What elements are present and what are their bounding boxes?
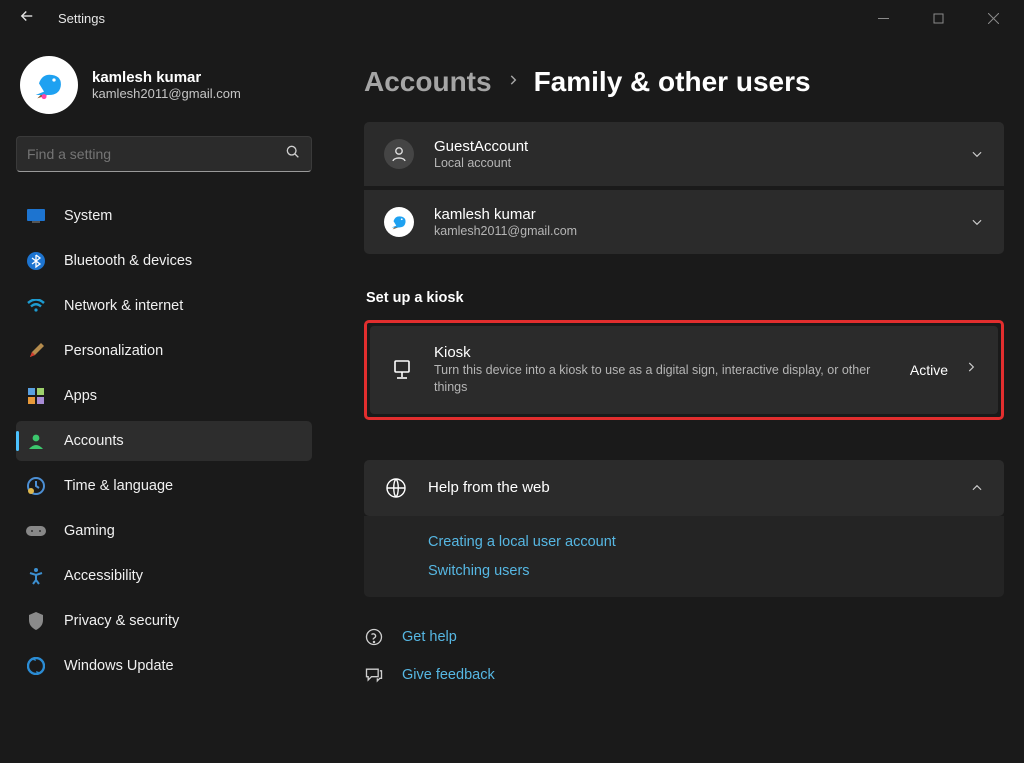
kiosk-highlight: Kiosk Turn this device into a kiosk to u… bbox=[364, 320, 1004, 420]
nav-label: Bluetooth & devices bbox=[64, 253, 192, 269]
maximize-button[interactable] bbox=[916, 4, 961, 32]
chevron-right-icon bbox=[964, 360, 978, 379]
feedback-icon bbox=[364, 665, 384, 685]
give-feedback-link[interactable]: Give feedback bbox=[402, 667, 495, 683]
nav-label: Network & internet bbox=[64, 298, 183, 314]
person-icon bbox=[384, 139, 414, 169]
nav-list: System Bluetooth & devices Network & int… bbox=[16, 196, 314, 686]
chevron-up-icon bbox=[970, 481, 984, 495]
search-input[interactable] bbox=[27, 146, 285, 162]
user-name: GuestAccount bbox=[434, 138, 950, 155]
sidebar-item-time-language[interactable]: Time & language bbox=[16, 466, 312, 506]
user-sub: kamlesh2011@gmail.com bbox=[434, 224, 950, 238]
avatar bbox=[20, 56, 78, 114]
brush-icon bbox=[26, 341, 46, 361]
chevron-down-icon bbox=[970, 147, 984, 161]
help-link-switching-users[interactable]: Switching users bbox=[428, 563, 940, 579]
kiosk-title: Kiosk bbox=[434, 344, 890, 361]
user-sub: Local account bbox=[434, 156, 950, 170]
window-controls bbox=[861, 4, 1016, 32]
wifi-icon bbox=[26, 296, 46, 316]
help-link-local-account[interactable]: Creating a local user account bbox=[428, 534, 940, 550]
sidebar-item-windows-update[interactable]: Windows Update bbox=[16, 646, 312, 686]
titlebar: Settings bbox=[0, 0, 1024, 36]
chevron-down-icon bbox=[970, 215, 984, 229]
kiosk-icon bbox=[390, 358, 414, 382]
bluetooth-icon bbox=[26, 251, 46, 271]
sidebar-item-apps[interactable]: Apps bbox=[16, 376, 312, 416]
sidebar-item-accessibility[interactable]: Accessibility bbox=[16, 556, 312, 596]
main-content: Accounts Family & other users GuestAccou… bbox=[320, 36, 1024, 763]
user-row-guest[interactable]: GuestAccount Local account bbox=[364, 122, 1004, 186]
gaming-icon bbox=[26, 521, 46, 541]
sidebar-item-privacy[interactable]: Privacy & security bbox=[16, 601, 312, 641]
accounts-icon bbox=[26, 431, 46, 451]
window-title: Settings bbox=[58, 11, 105, 26]
search-icon bbox=[285, 144, 301, 165]
nav-label: Accessibility bbox=[64, 568, 143, 584]
close-button[interactable] bbox=[971, 4, 1016, 32]
get-help-link[interactable]: Get help bbox=[402, 629, 457, 645]
nav-label: Gaming bbox=[64, 523, 115, 539]
nav-label: Accounts bbox=[64, 433, 124, 449]
help-icon bbox=[364, 627, 384, 647]
user-list: GuestAccount Local account kamlesh kumar… bbox=[364, 122, 1004, 254]
help-links: Creating a local user account Switching … bbox=[364, 516, 1004, 597]
update-icon bbox=[26, 656, 46, 676]
minimize-button[interactable] bbox=[861, 4, 906, 32]
kiosk-card[interactable]: Kiosk Turn this device into a kiosk to u… bbox=[370, 326, 998, 414]
nav-label: Personalization bbox=[64, 343, 163, 359]
sidebar: kamlesh kumar kamlesh2011@gmail.com Syst… bbox=[0, 36, 320, 763]
nav-label: Privacy & security bbox=[64, 613, 179, 629]
help-card[interactable]: Help from the web bbox=[364, 460, 1004, 516]
sidebar-item-gaming[interactable]: Gaming bbox=[16, 511, 312, 551]
breadcrumb-current: Family & other users bbox=[534, 66, 811, 98]
sidebar-item-system[interactable]: System bbox=[16, 196, 312, 236]
breadcrumb-parent[interactable]: Accounts bbox=[364, 66, 492, 98]
nav-label: Time & language bbox=[64, 478, 173, 494]
footer-links: Get help Give feedback bbox=[364, 627, 1004, 685]
user-row-kamlesh[interactable]: kamlesh kumar kamlesh2011@gmail.com bbox=[364, 190, 1004, 254]
sidebar-item-personalization[interactable]: Personalization bbox=[16, 331, 312, 371]
globe-icon bbox=[384, 476, 408, 500]
section-title-kiosk: Set up a kiosk bbox=[366, 290, 1004, 306]
sidebar-item-network[interactable]: Network & internet bbox=[16, 286, 312, 326]
nav-label: Apps bbox=[64, 388, 97, 404]
accessibility-icon bbox=[26, 566, 46, 586]
clock-icon bbox=[26, 476, 46, 496]
profile-email: kamlesh2011@gmail.com bbox=[92, 86, 241, 101]
kiosk-desc: Turn this device into a kiosk to use as … bbox=[434, 362, 890, 396]
profile-name: kamlesh kumar bbox=[92, 69, 241, 86]
profile-block[interactable]: kamlesh kumar kamlesh2011@gmail.com bbox=[20, 56, 314, 114]
sidebar-item-bluetooth[interactable]: Bluetooth & devices bbox=[16, 241, 312, 281]
nav-label: Windows Update bbox=[64, 658, 174, 674]
user-name: kamlesh kumar bbox=[434, 206, 950, 223]
help-title: Help from the web bbox=[428, 479, 950, 496]
apps-icon bbox=[26, 386, 46, 406]
kiosk-status: Active bbox=[910, 362, 948, 378]
breadcrumb: Accounts Family & other users bbox=[364, 66, 1004, 98]
shield-icon bbox=[26, 611, 46, 631]
back-arrow-icon[interactable] bbox=[18, 7, 36, 30]
search-box[interactable] bbox=[16, 136, 312, 172]
chevron-right-icon bbox=[506, 73, 520, 92]
sidebar-item-accounts[interactable]: Accounts bbox=[16, 421, 312, 461]
bird-avatar-icon bbox=[384, 207, 414, 237]
bird-avatar-icon bbox=[29, 65, 69, 105]
system-icon bbox=[26, 206, 46, 226]
nav-label: System bbox=[64, 208, 112, 224]
